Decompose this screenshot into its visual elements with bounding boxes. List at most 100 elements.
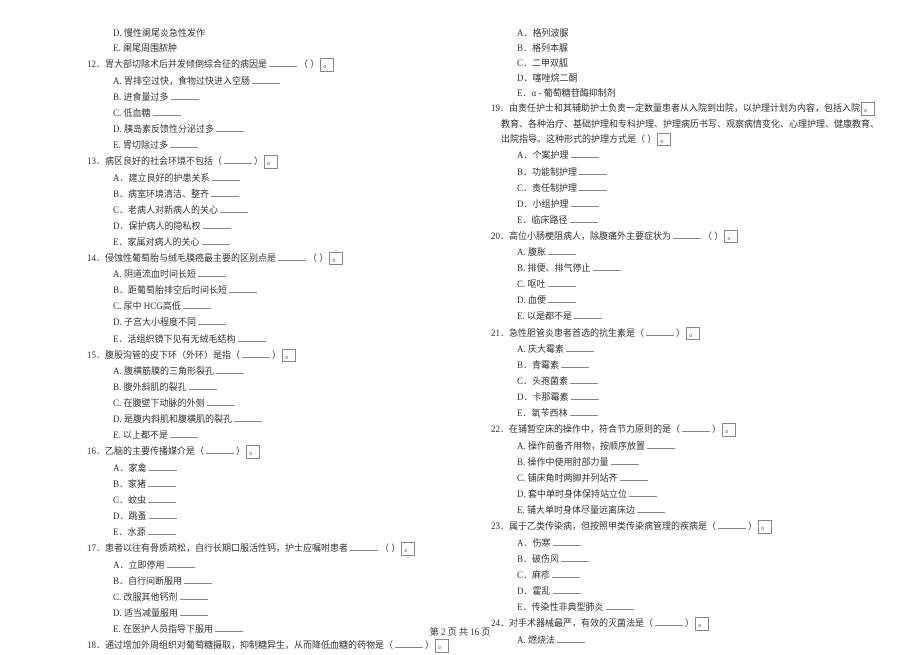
footer-suffix: 页 xyxy=(481,627,490,637)
question-number: 18 xyxy=(87,640,96,650)
option-text: C. 在腹壁下动脉的外侧 xyxy=(75,396,449,410)
option-blank xyxy=(183,299,211,309)
footer-total: 16 xyxy=(470,627,479,637)
period-box: 。 xyxy=(657,133,671,147)
option-text: A. 腹胀 xyxy=(479,245,879,259)
option-text: B．自行间断服用 xyxy=(75,574,449,588)
option-blank xyxy=(189,380,217,390)
option-blank xyxy=(548,293,576,303)
option-blank xyxy=(570,213,598,223)
option-text: A. 胃排空过快，食物过快进入空肠 xyxy=(75,74,449,88)
question-stem: 16．乙脑的主要传播媒介是（）。 xyxy=(75,444,449,459)
option-blank xyxy=(198,267,226,277)
option-blank xyxy=(553,536,581,546)
option-blank xyxy=(229,283,257,293)
option-text: E. 以是都不是 xyxy=(479,309,879,323)
option-text: D. 胰岛素反馈性分泌过多 xyxy=(75,122,449,136)
period-box: 。 xyxy=(329,252,343,266)
question-stem: 17．患者以往有骨质疏松，自行长期口服活性钙，护士应嘱咐患者（ ）。 xyxy=(75,541,449,556)
question-stem: 19．由责任护士和其辅助护士负责一定数量患者从入院到出院，以护理计划为内容，包括… xyxy=(479,102,879,116)
option-text: C．老病人对新病人的关心 xyxy=(75,203,449,217)
option-text: E. 以上都不是 xyxy=(75,428,449,442)
option-blank xyxy=(170,428,198,438)
option-blank xyxy=(553,584,581,594)
period-box: 。 xyxy=(435,639,449,653)
option-text: B．病室环境清洁、整齐 xyxy=(75,187,449,201)
option-text: B．家猪 xyxy=(75,477,449,491)
option-blank xyxy=(637,503,665,513)
question-number: 13 xyxy=(87,156,96,166)
period-box: 。 xyxy=(246,445,260,459)
question-continuation: 教育、各种治疗、基础护理和专科护理、护理病历书写、观察病情变化、心理护理、健康教… xyxy=(479,118,879,131)
answer-blank xyxy=(278,251,306,261)
option-text: A. 庆大霉素 xyxy=(479,342,879,356)
option-blank xyxy=(234,412,262,422)
option-blank xyxy=(211,187,239,197)
period-box: 。 xyxy=(320,58,334,72)
option-blank xyxy=(148,525,176,535)
option-text: B. 进食量过多 xyxy=(75,90,449,104)
option-text: C．二甲双胍 xyxy=(479,57,879,70)
option-blank xyxy=(548,245,576,255)
option-blank xyxy=(202,235,230,245)
question-stem: 12．胃大部切除术后并发倾倒综合征的病因是（ ）。 xyxy=(75,57,449,72)
question-number: 21 xyxy=(491,328,500,338)
question-stem: 20．高位小肠梗阻病人，除腹痛外主要症状为（ ）。 xyxy=(479,229,879,244)
answer-blank xyxy=(395,638,423,648)
option-blank xyxy=(171,90,199,100)
option-text: B．距葡萄胎排空后时间长短 xyxy=(75,283,449,297)
period-box: 。 xyxy=(686,327,700,341)
option-text: D. 套中单时身体保持站立位 xyxy=(479,487,879,501)
question-number: 17 xyxy=(87,543,96,553)
option-blank xyxy=(571,197,599,207)
option-text: B．青霉素 xyxy=(479,358,879,372)
question-number: 22 xyxy=(491,424,500,434)
option-blank xyxy=(548,277,576,287)
option-text: B．格列本脲 xyxy=(479,42,879,55)
option-blank xyxy=(220,203,248,213)
option-text: D. 是腹内斜肌和腹横肌的裂孔 xyxy=(75,412,449,426)
period-box: 。 xyxy=(282,349,296,363)
option-text: D．噻唑烷二酮 xyxy=(479,72,879,85)
option-text: E. 阑尾周围脓肿 xyxy=(75,42,449,55)
option-blank xyxy=(552,568,580,578)
period-box: 。 xyxy=(264,155,278,169)
option-blank xyxy=(611,455,639,465)
option-blank xyxy=(579,165,607,175)
period-box: 。 xyxy=(758,520,772,534)
option-blank xyxy=(647,439,675,449)
option-text: A. 操作前备齐用物，按顺序放置 xyxy=(479,439,879,453)
option-blank xyxy=(198,315,226,325)
option-blank xyxy=(167,558,195,568)
page-content: D. 慢性阑尾炎急性发作E. 阑尾周围脓肿12．胃大部切除术后并发倾倒综合征的病… xyxy=(0,0,920,655)
option-blank xyxy=(203,219,231,229)
option-blank xyxy=(216,364,244,374)
answer-blank xyxy=(206,444,234,454)
question-stem: 23．属于乙类传染病，但按照甲类传染病管理的疾病是（）。 xyxy=(479,519,879,534)
option-blank xyxy=(149,461,177,471)
question-number: 14 xyxy=(87,253,96,263)
period-box: 。 xyxy=(401,542,415,556)
option-blank xyxy=(574,309,602,319)
option-blank xyxy=(170,138,198,148)
option-text: B．破伤风 xyxy=(479,552,879,566)
option-blank xyxy=(252,74,280,84)
option-blank xyxy=(149,509,177,519)
option-text: D．小组护理 xyxy=(479,197,879,211)
question-stem: 13．病区良好的社会环境不包括（）。 xyxy=(75,154,449,169)
option-blank xyxy=(606,600,634,610)
answer-blank xyxy=(718,519,746,529)
option-blank xyxy=(153,106,181,116)
left-column: D. 慢性阑尾炎急性发作E. 阑尾周围脓肿12．胃大部切除术后并发倾倒综合征的病… xyxy=(60,25,464,655)
option-text: C. 铺床角时两脚并列站齐 xyxy=(479,471,879,485)
option-text: E．家属对病人的关心 xyxy=(75,235,449,249)
answer-blank xyxy=(682,422,710,432)
question-stem: 22．在铺暂空床的操作中，符合节力原则的是（）。 xyxy=(479,422,879,437)
option-blank xyxy=(561,358,589,368)
option-text: E．α - 葡萄糖苷酶抑制剂 xyxy=(479,87,879,100)
option-text: E. 胃切除过多 xyxy=(75,138,449,152)
question-stem: 15．腹股沟管的皮下环（外环）是指（）。 xyxy=(75,348,449,363)
option-text: C．责任制护理 xyxy=(479,181,879,195)
option-text: D. 子宫大小程度不同 xyxy=(75,315,449,329)
question-number: 12 xyxy=(87,59,96,69)
